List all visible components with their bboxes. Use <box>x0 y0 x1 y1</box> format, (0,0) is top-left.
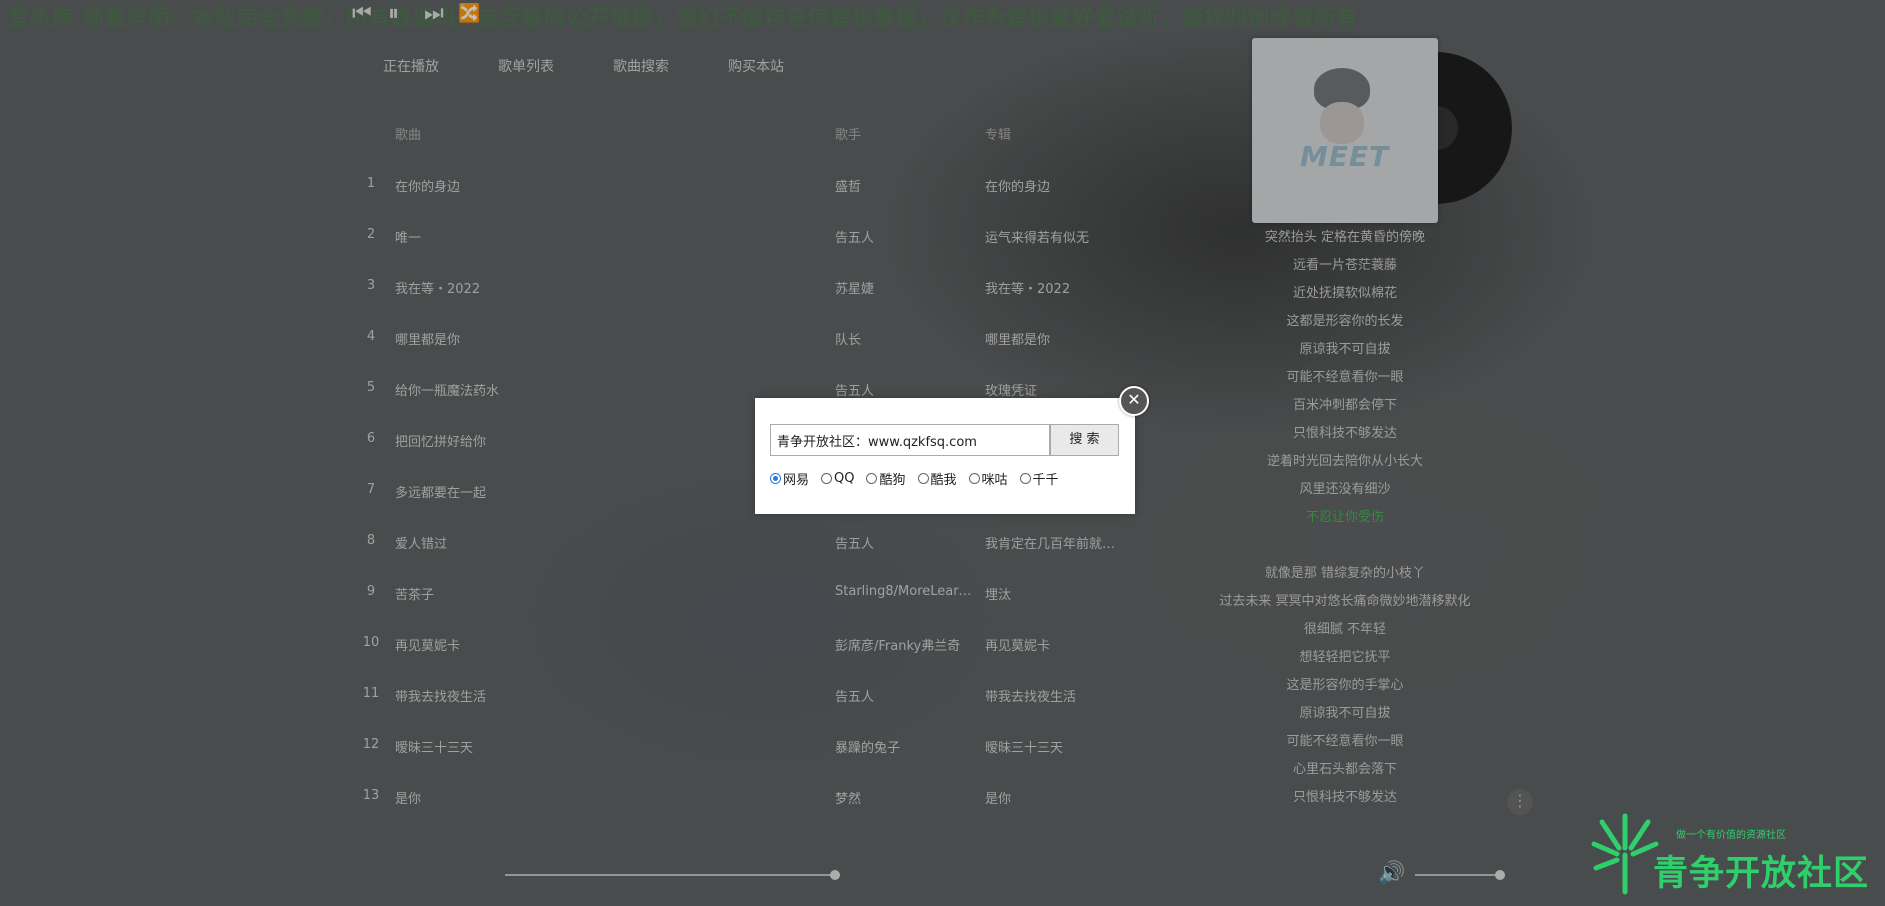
close-icon[interactable]: ✕ <box>1119 386 1149 416</box>
radio-button[interactable] <box>1019 473 1031 484</box>
watermark-tagline: 做一个有价值的资源社区 <box>1676 830 1786 841</box>
source-label: 酷狗 <box>879 473 906 488</box>
radio-button[interactable] <box>968 473 980 484</box>
search-button[interactable]: 搜 索 <box>1050 424 1119 456</box>
search-input[interactable] <box>770 424 1050 456</box>
source-option[interactable]: 酷狗 <box>866 469 906 488</box>
source-label: 咪咕 <box>981 473 1008 488</box>
source-label: 酷我 <box>930 473 957 488</box>
search-dialog <box>755 398 1135 514</box>
source-options: 网易 QQ 酷狗 酷我 咪咕 千千 <box>770 469 1071 488</box>
source-option[interactable]: 网易 <box>770 469 809 488</box>
source-option[interactable]: 咪咕 <box>968 469 1008 488</box>
source-label: 网易 <box>783 473 810 488</box>
site-watermark: 做一个有价值的资源社区 青争开放社区 <box>1590 810 1880 900</box>
sprout-logo-icon <box>1591 813 1659 895</box>
source-label: 千千 <box>1032 473 1059 488</box>
source-option[interactable]: 千千 <box>1019 469 1059 488</box>
source-option[interactable]: 酷我 <box>917 469 957 488</box>
source-option[interactable]: QQ <box>821 469 854 488</box>
radio-button[interactable] <box>770 473 781 484</box>
radio-button[interactable] <box>821 473 833 484</box>
radio-button[interactable] <box>917 473 929 484</box>
watermark-name: 青争开放社区 <box>1653 854 1870 894</box>
radio-button[interactable] <box>866 473 878 484</box>
source-label: QQ <box>834 471 855 486</box>
